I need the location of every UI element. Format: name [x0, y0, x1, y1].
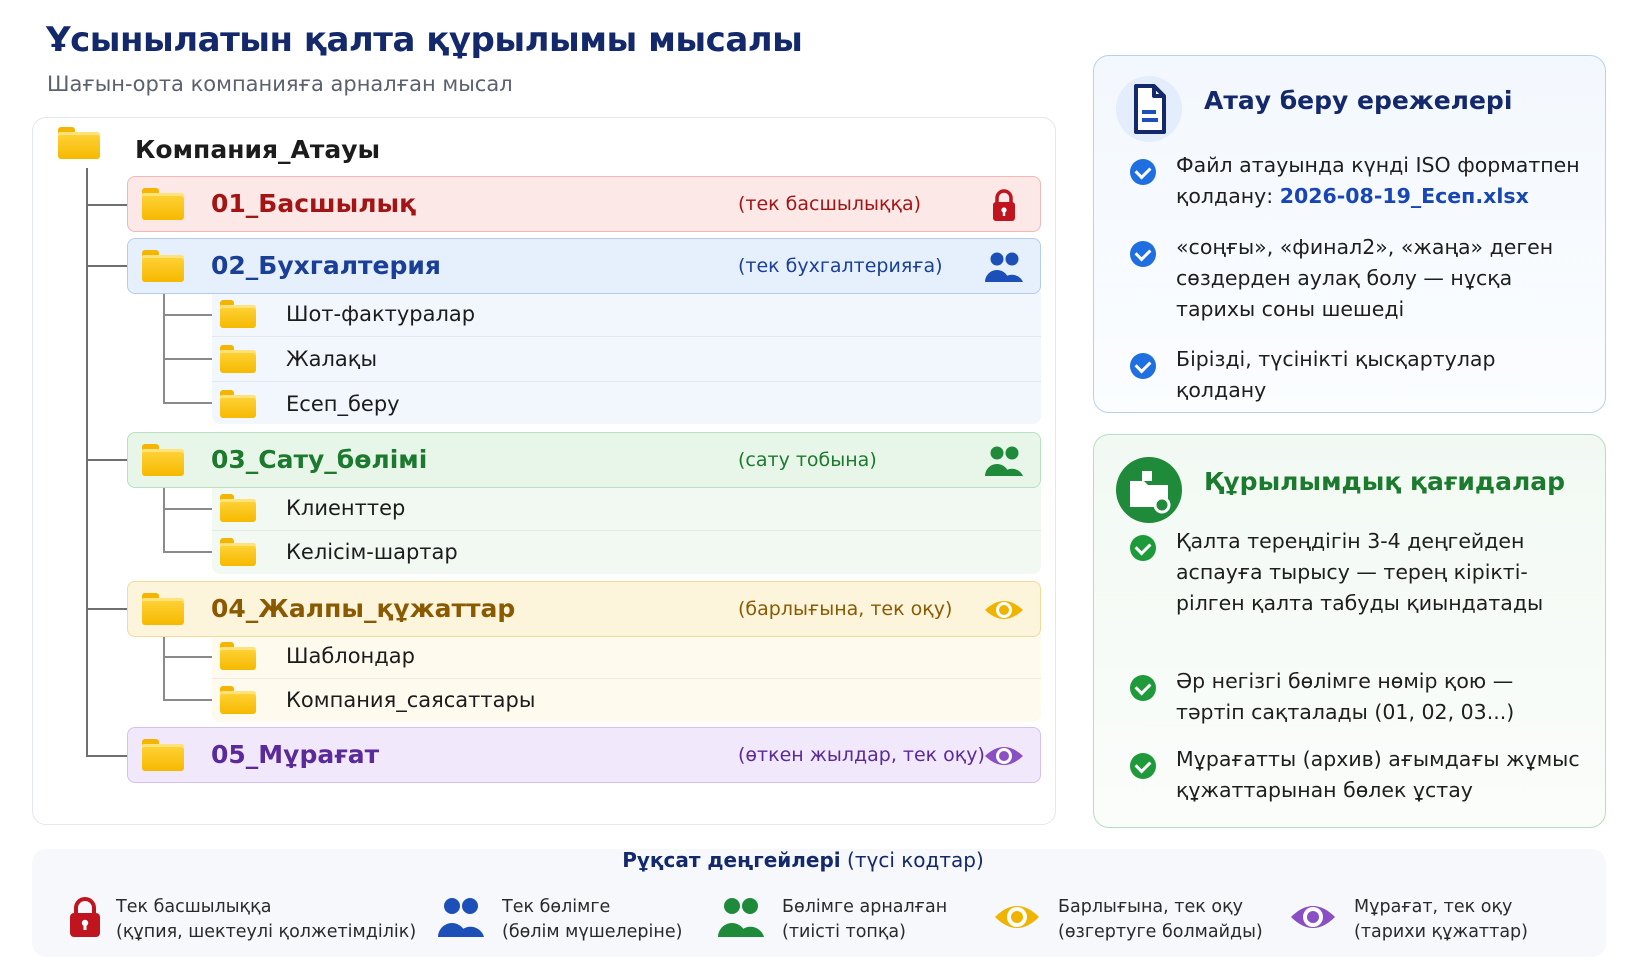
users-icon [985, 252, 1023, 282]
rule-text: Қалта тереңдігін 3-4 деңгейден аспауға т… [1176, 529, 1544, 615]
subfolder-clients[interactable]: Клиенттер [212, 486, 1041, 531]
folder-icon [220, 345, 256, 373]
subtree-branch [163, 402, 212, 404]
subfolder-label: Компания_саясаттары [286, 688, 536, 712]
rule-text: «соңғы», «финал2», «жаңа» деген сөздерде… [1176, 235, 1554, 321]
subfolder-label: Шот-фактуралар [286, 302, 476, 326]
folder-label: 02_Бухгалтерия [211, 251, 441, 280]
folder-row-accounting[interactable]: 02_Бухгалтерия (тек бухгалтерияға) [127, 238, 1041, 294]
check-icon [1130, 753, 1156, 779]
folder-label: 01_Басшылық [211, 189, 417, 218]
folder-row-sales[interactable]: 03_Сату_бөлімі (сату тобына) [127, 432, 1041, 488]
subtree-branch [163, 699, 212, 701]
rule-text: Мұрағатты (архив) ағымдағы жұмыс құжатта… [1176, 747, 1580, 802]
folder-access-note: (сату тобына) [738, 449, 877, 471]
folder-icon [142, 739, 184, 771]
check-icon [1130, 241, 1156, 267]
tree-branch-line [86, 755, 127, 757]
folder-icon [142, 188, 184, 220]
folder-access-note: (тек бухгалтерияға) [738, 255, 943, 277]
folder-icon [220, 494, 256, 522]
rule-text: Бірізді, түсінікті қысқартулар қолдану [1176, 347, 1496, 402]
folder-icon [220, 390, 256, 418]
folder-icon [142, 250, 184, 282]
subfolder-contracts[interactable]: Келісім-шартар [212, 530, 1041, 575]
folder-icon [220, 538, 256, 566]
check-icon [1130, 535, 1156, 561]
folder-label: 04_Жалпы_құжаттар [211, 594, 516, 623]
folder-icon [142, 593, 184, 625]
card-title: Атау беру ережелері [1204, 86, 1513, 115]
tree-branch-line [86, 265, 127, 267]
structure-rules-card: Құрылымдық қағидалар Қалта тереңдігін 3-… [1093, 434, 1606, 828]
folder-label: 03_Сату_бөлімі [211, 445, 428, 474]
users-icon [438, 898, 484, 937]
subtree-branch [163, 358, 212, 360]
check-icon [1130, 159, 1156, 185]
folder-icon [142, 444, 184, 476]
subfolder-label: Келісім-шартар [286, 540, 458, 564]
lock-icon [70, 897, 100, 937]
subtree-line [163, 634, 165, 699]
root-folder-icon [58, 127, 110, 167]
subtree-branch [163, 508, 212, 510]
subfolder-salary[interactable]: Жалақы [212, 337, 1041, 382]
subfolder-policies[interactable]: Компания_саясаттары [212, 678, 1041, 723]
subtree-line [163, 292, 165, 403]
subfolder-reports[interactable]: Есеп_беру [212, 382, 1041, 427]
subfolder-label: Жалақы [286, 347, 378, 371]
rule-text: Әр негізгі бөлімге нөмір қою — тәртіп са… [1176, 669, 1515, 724]
folder-access-note: (өткен жылдар, тек оқу) [738, 744, 985, 766]
tree-branch-line [86, 608, 127, 610]
subfolder-label: Есеп_беру [286, 392, 400, 416]
rule-text: Файл атауында күнді ISO форматпен қолдан… [1176, 153, 1580, 208]
eye-icon [995, 906, 1039, 928]
eye-icon [1291, 906, 1335, 928]
folder-icon [220, 642, 256, 670]
tree-trunk-line [86, 168, 88, 756]
folder-row-general-docs[interactable]: 04_Жалпы_құжаттар (барлығына, тек оқу) [127, 581, 1041, 637]
folder-icon [220, 686, 256, 714]
folder-icon [220, 300, 256, 328]
folder-row-management[interactable]: 01_Басшылық (тек басшылыққа) [127, 176, 1041, 232]
subtree-branch [163, 551, 212, 553]
subfolder-label: Клиенттер [286, 496, 406, 520]
eye-icon [985, 747, 1023, 765]
subfolder-label: Шаблондар [286, 644, 415, 668]
eye-icon [985, 601, 1023, 619]
card-title: Құрылымдық қағидалар [1204, 467, 1566, 496]
folder-structure-icon [1116, 457, 1182, 523]
check-icon [1130, 675, 1156, 701]
users-icon [718, 898, 764, 937]
subtree-branch [163, 314, 212, 316]
tree-branch-line [86, 459, 127, 461]
tree-branch-line [86, 204, 127, 206]
subfolder-invoices[interactable]: Шот-фактуралар [212, 292, 1041, 337]
folder-access-note: (барлығына, тек оқу) [738, 598, 953, 620]
subfolder-templates[interactable]: Шаблондар [212, 634, 1041, 679]
legend-title: Рұқсат деңгейлері (түсі кодтар) [622, 848, 984, 872]
page-subtitle: Шағын-орта компанияға арналған мысал [47, 72, 513, 96]
lock-icon [993, 189, 1015, 221]
folder-label: 05_Мұрағат [211, 740, 380, 769]
document-icon [1116, 76, 1182, 142]
users-icon [985, 446, 1023, 476]
root-folder-label: Компания_Атауы [135, 135, 381, 164]
subtree-line [163, 486, 165, 551]
page-title: Ұсынылатын қалта құрылымы мысалы [46, 20, 803, 60]
folder-row-archive[interactable]: 05_Мұрағат (өткен жылдар, тек оқу) [127, 727, 1041, 783]
subtree-branch [163, 656, 212, 658]
naming-rules-card: Атау беру ережелері Файл атауында күнді … [1093, 55, 1606, 413]
folder-access-note: (тек басшылыққа) [738, 193, 922, 215]
check-icon [1130, 353, 1156, 379]
